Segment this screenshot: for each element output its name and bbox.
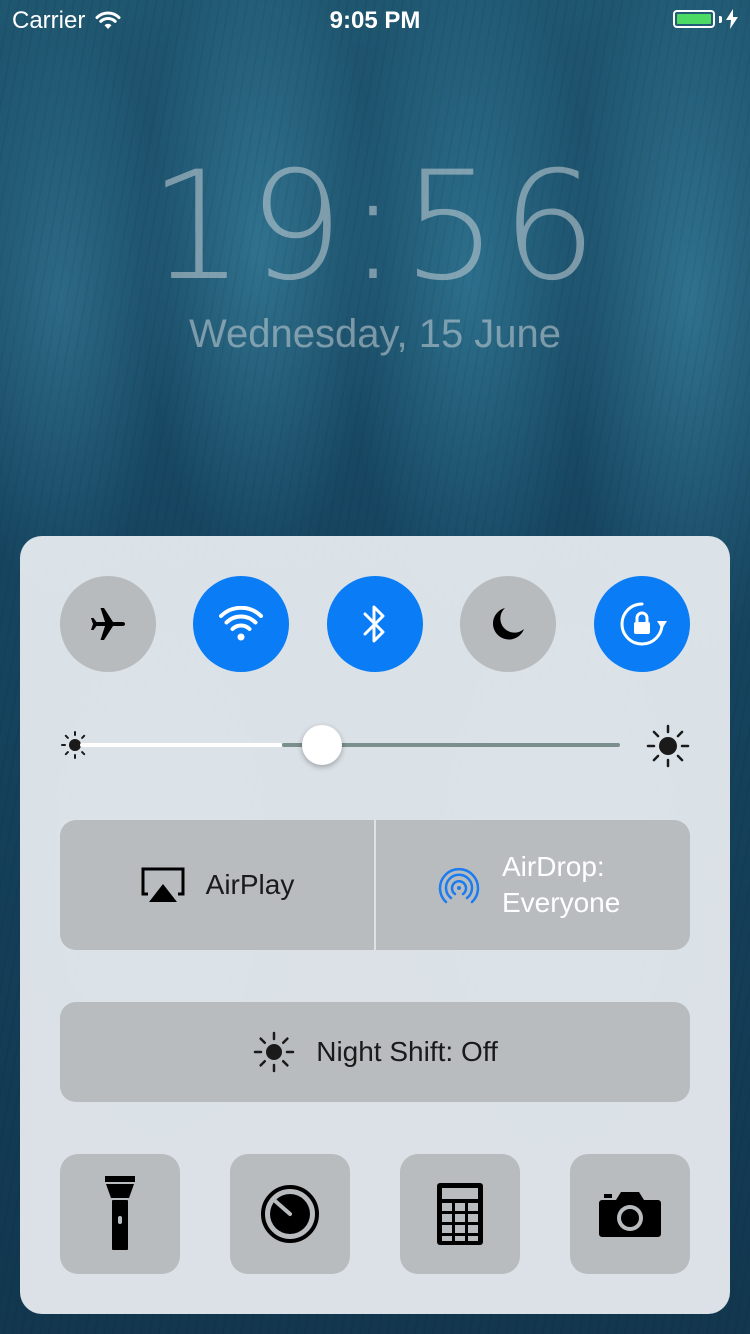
night-shift-icon (253, 1031, 295, 1073)
do-not-disturb-toggle[interactable] (460, 576, 556, 672)
flashlight-button[interactable] (60, 1154, 180, 1274)
flashlight-icon (105, 1176, 135, 1250)
battery-fill (677, 14, 711, 24)
airdrop-value: Everyone (502, 887, 621, 918)
wifi-icon (219, 606, 263, 641)
lock-screen-date: Wednesday, 15 June (188, 312, 562, 356)
status-bar: Carrier 9:05 PM (0, 0, 750, 40)
brightness-high-icon (646, 724, 690, 768)
bluetooth-icon (363, 605, 385, 643)
camera-button[interactable] (570, 1154, 690, 1274)
wifi-toggle[interactable] (193, 576, 289, 672)
charging-bolt-icon (726, 9, 738, 29)
toggle-row (60, 576, 690, 672)
timer-button[interactable] (230, 1154, 350, 1274)
airdrop-icon (438, 867, 480, 904)
brightness-slider-filled[interactable] (80, 743, 282, 747)
rotation-lock-icon (620, 602, 667, 646)
control-center: AirPlay AirDrop: Everyone Night Shift: O… (20, 536, 730, 1314)
calculator-icon (437, 1183, 483, 1245)
moon-icon (492, 608, 524, 640)
airplane-mode-toggle[interactable] (60, 576, 156, 672)
airplay-label: AirPlay (205, 869, 295, 900)
lock-screen-time: 19:56 (148, 140, 602, 314)
airplay-icon (141, 867, 185, 902)
status-time: 9:05 PM (329, 7, 421, 34)
airdrop-button[interactable]: AirDrop: Everyone (376, 820, 690, 950)
battery-indicator (673, 9, 738, 29)
airplay-button[interactable]: AirPlay (60, 820, 374, 950)
timer-icon (261, 1185, 319, 1243)
battery-tip (719, 15, 722, 23)
quick-tools-row (60, 1154, 690, 1274)
airplane-icon (91, 608, 125, 640)
brightness-slider-thumb[interactable] (302, 725, 342, 765)
night-shift-label: Night Shift: Off (316, 1036, 498, 1067)
rotation-lock-toggle[interactable] (594, 576, 690, 672)
bluetooth-toggle[interactable] (327, 576, 423, 672)
battery-icon (673, 10, 715, 28)
airdrop-label: AirDrop: (502, 851, 605, 882)
night-shift-button[interactable]: Night Shift: Off (60, 1002, 690, 1102)
airplay-airdrop-row: AirPlay AirDrop: Everyone (60, 820, 690, 950)
airdrop-text: AirDrop: Everyone (502, 849, 620, 921)
camera-icon (599, 1192, 661, 1237)
calculator-button[interactable] (400, 1154, 520, 1274)
